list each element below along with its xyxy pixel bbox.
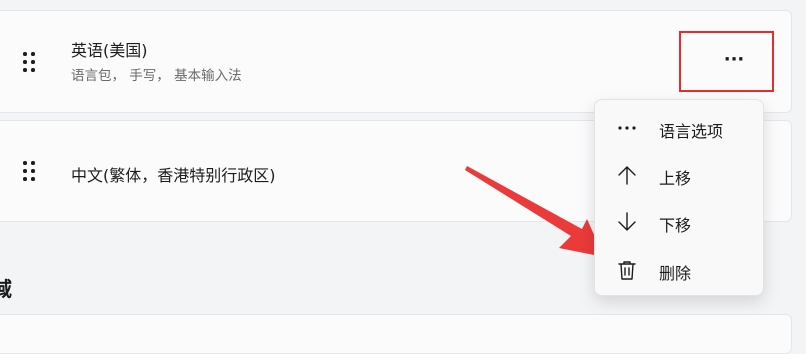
menu-item-label: 上移 [659,169,692,188]
drag-handle-icon[interactable] [16,51,36,75]
trash-icon [615,258,639,282]
menu-item-label: 下移 [659,216,692,235]
drag-handle-icon[interactable] [16,160,36,184]
language-name: 英语(美国) [71,41,148,60]
language-name: 中文(繁体，香港特别行政区) [71,166,276,185]
more-horizontal-icon [615,116,639,140]
menu-item-move-up[interactable]: 上移 [599,155,759,195]
menu-item-language-options[interactable]: 语言选项 [599,108,759,148]
region-card[interactable] [0,314,792,354]
menu-item-move-down[interactable]: 下移 [599,202,759,242]
menu-item-label: 删除 [659,264,692,283]
context-menu: 语言选项 上移 下移 删除 [594,99,764,296]
language-features: 语言包， 手写， 基本输入法 [71,68,242,84]
arrow-up-icon [615,163,639,187]
arrow-down-icon [615,210,639,234]
annotation-highlight-box [679,31,774,92]
section-heading: 域 [0,277,12,301]
menu-item-remove[interactable]: 删除 [599,250,759,290]
menu-item-label: 语言选项 [659,122,724,141]
language-card-english-us[interactable]: 英语(美国) 语言包， 手写， 基本输入法 [0,10,792,113]
